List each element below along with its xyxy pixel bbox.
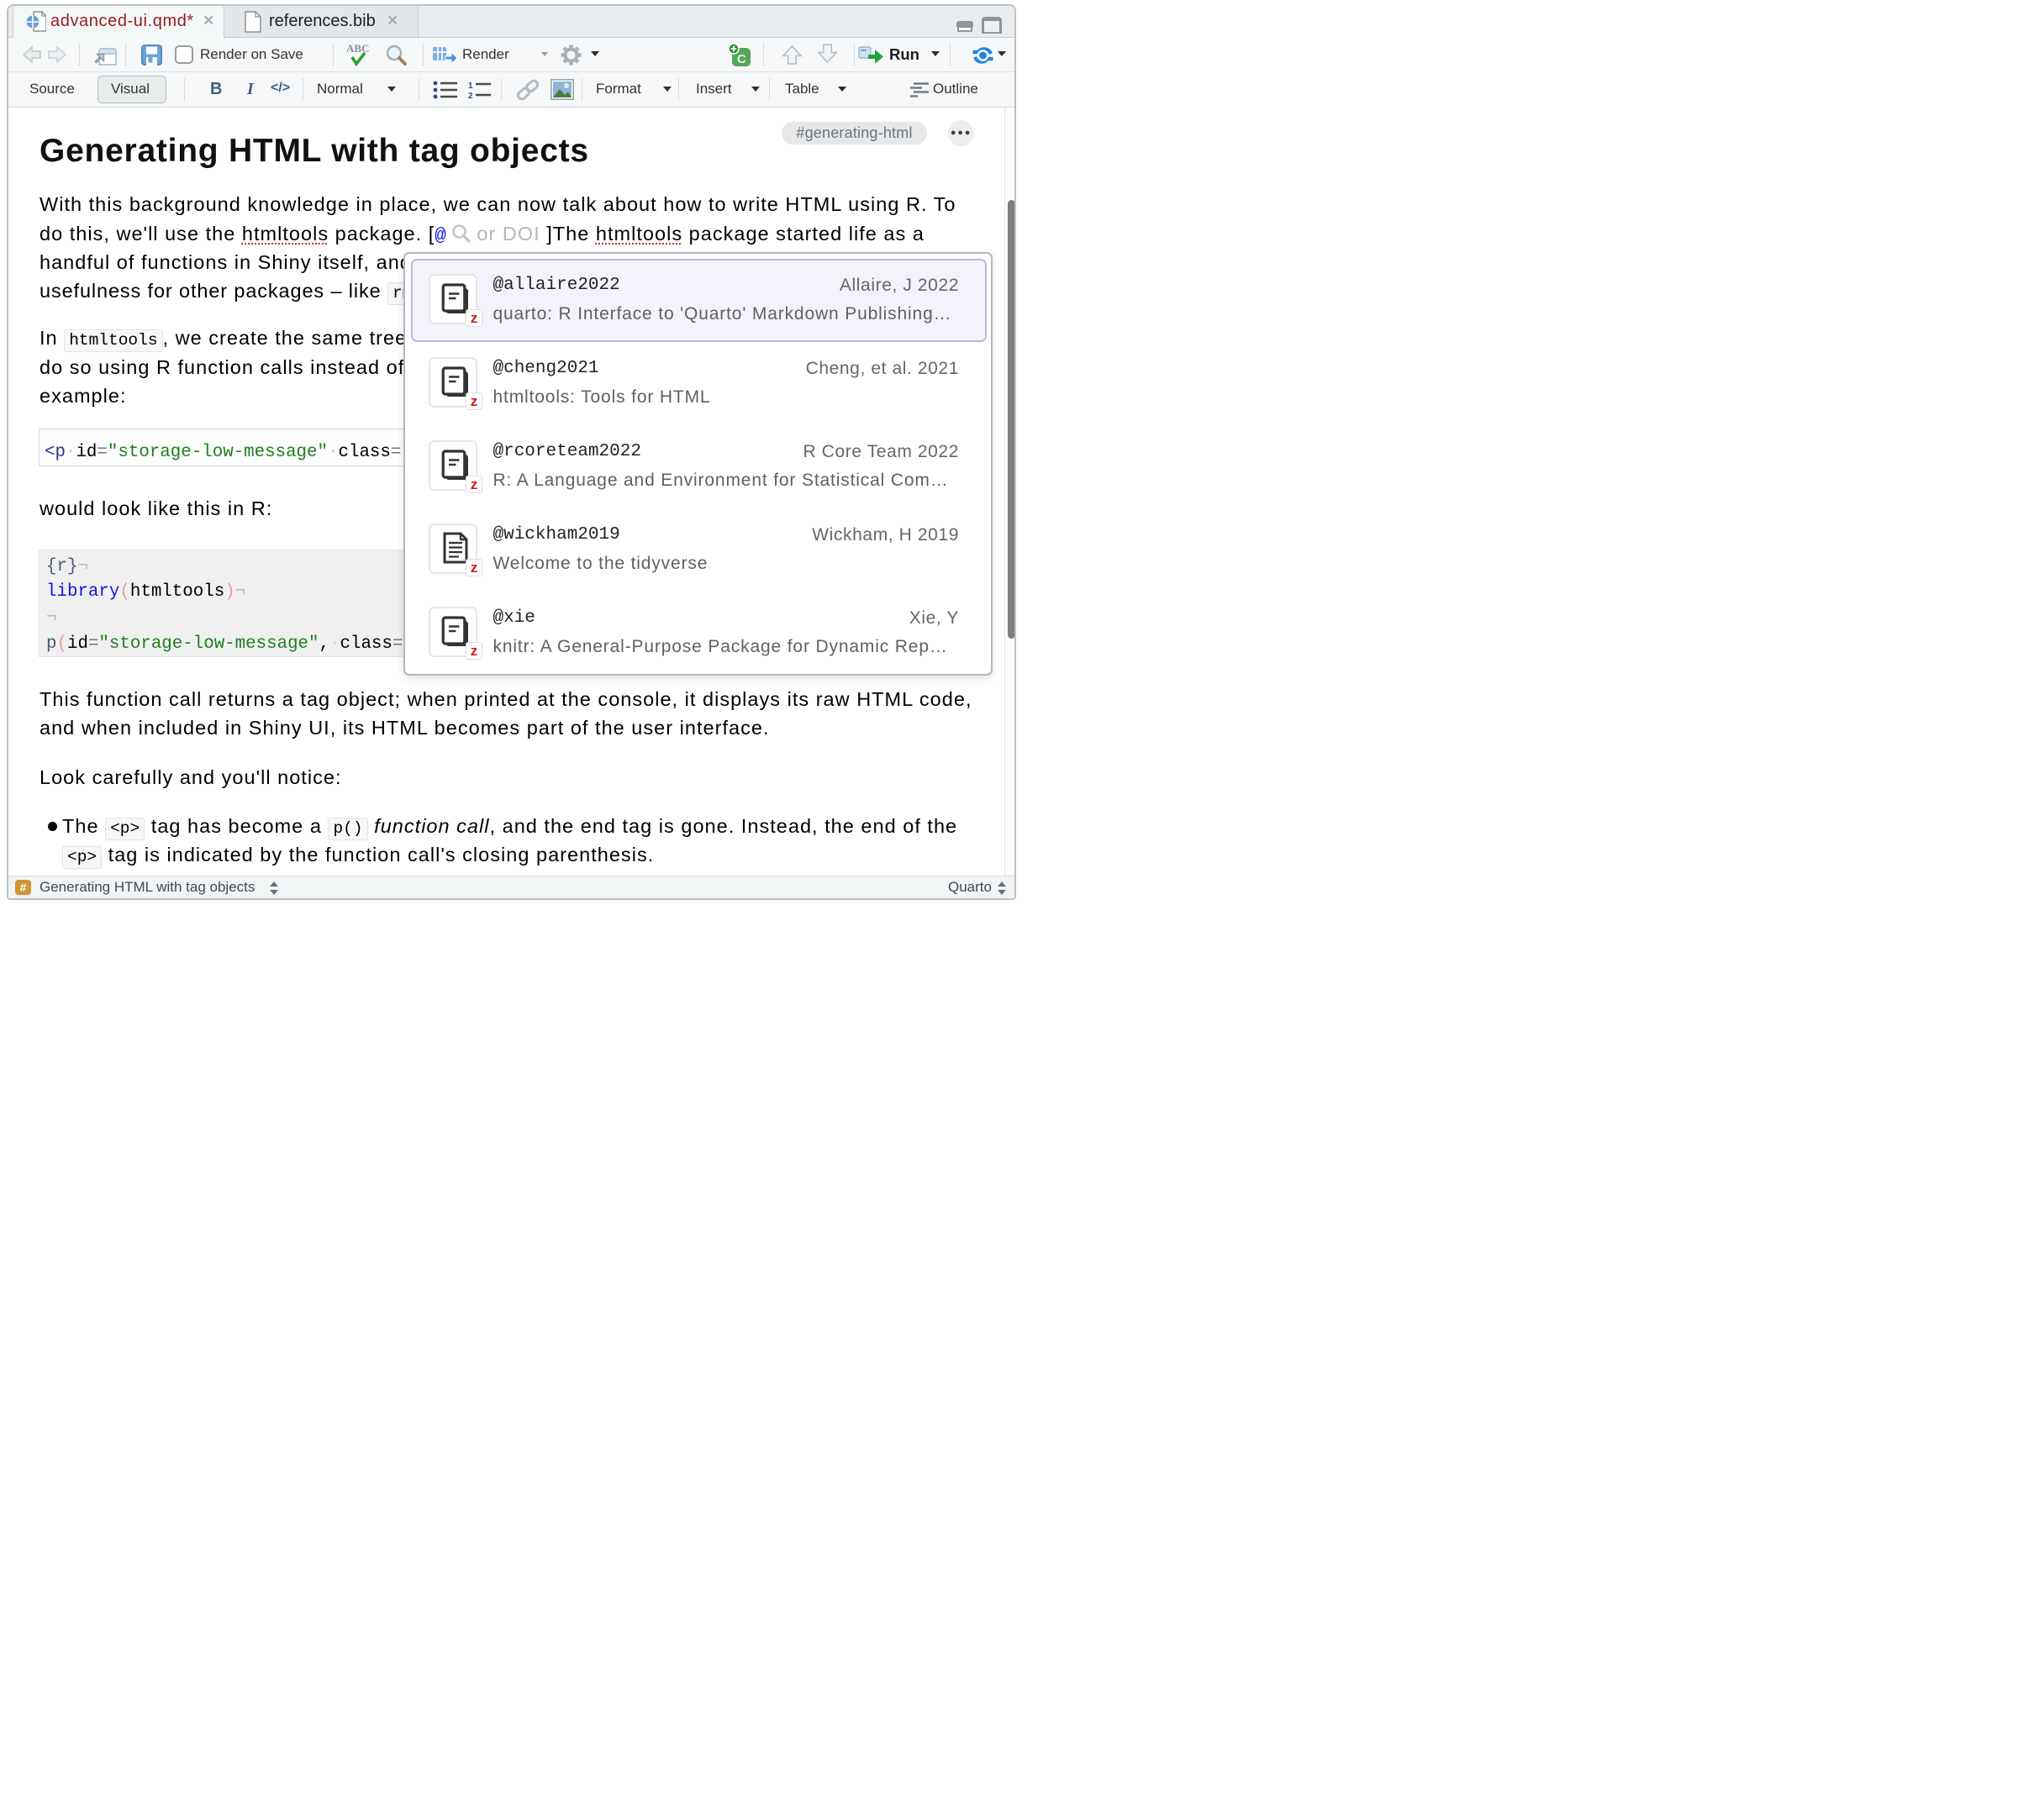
svg-text:1: 1	[468, 82, 473, 91]
svg-text:ABC: ABC	[346, 43, 369, 55]
svg-text:C: C	[737, 52, 746, 66]
svg-text:2: 2	[468, 92, 473, 99]
